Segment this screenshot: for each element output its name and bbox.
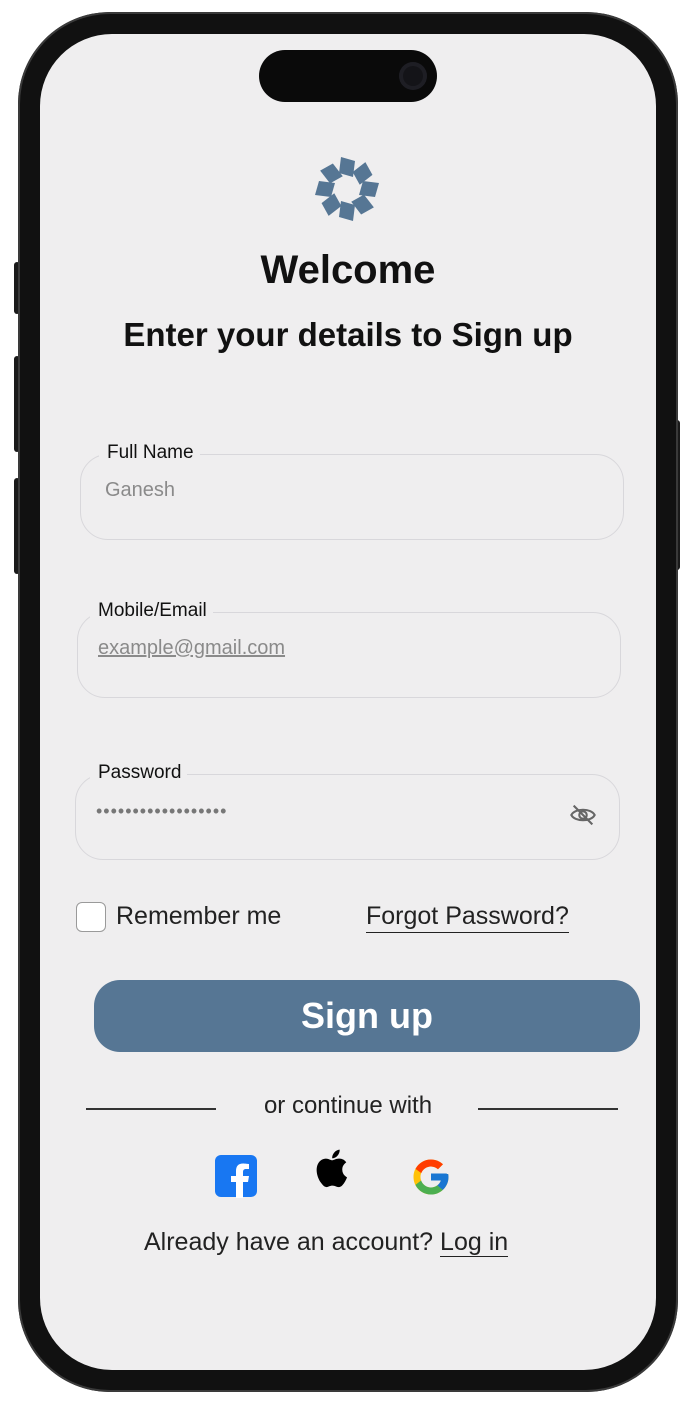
or-continue-with-text: or continue with	[263, 1092, 433, 1119]
mobile-email-field[interactable]: Mobile/Email example@gmail.com	[77, 600, 621, 698]
dynamic-island	[259, 50, 437, 102]
password-field[interactable]: Password ••••••••••••••••••	[75, 762, 620, 860]
password-label: Password	[90, 762, 188, 784]
screen: Welcome Enter your details to Sign up Fu…	[40, 34, 656, 1370]
facebook-icon[interactable]	[214, 1154, 258, 1198]
eye-off-icon[interactable]	[569, 801, 597, 829]
already-account-text: Already have an account?	[144, 1228, 434, 1256]
brand-logo-icon	[315, 157, 379, 221]
remember-me-label: Remember me	[116, 902, 282, 930]
forgot-password-link[interactable]: Forgot Password?	[366, 902, 569, 933]
full-name-label: Full Name	[99, 442, 200, 464]
full-name-placeholder: Ganesh	[105, 479, 176, 501]
divider-right	[478, 1108, 618, 1110]
google-icon[interactable]	[410, 1156, 452, 1198]
mobile-email-placeholder: example@gmail.com	[98, 637, 286, 659]
page-title: Welcome	[260, 248, 436, 292]
login-link[interactable]: Log in	[440, 1228, 509, 1257]
camera-icon	[399, 62, 427, 90]
mobile-email-label: Mobile/Email	[90, 600, 213, 622]
apple-icon[interactable]	[312, 1144, 356, 1192]
login-prompt: Already have an account? Log in	[144, 1228, 509, 1257]
sign-up-button[interactable]: Sign up	[94, 980, 640, 1052]
phone-frame: Welcome Enter your details to Sign up Fu…	[18, 12, 678, 1392]
page-subtitle: Enter your details to Sign up	[123, 316, 573, 353]
full-name-field[interactable]: Full Name Ganesh	[80, 442, 624, 540]
password-value: ••••••••••••••••••	[96, 801, 228, 821]
remember-me-checkbox[interactable]	[76, 902, 106, 932]
